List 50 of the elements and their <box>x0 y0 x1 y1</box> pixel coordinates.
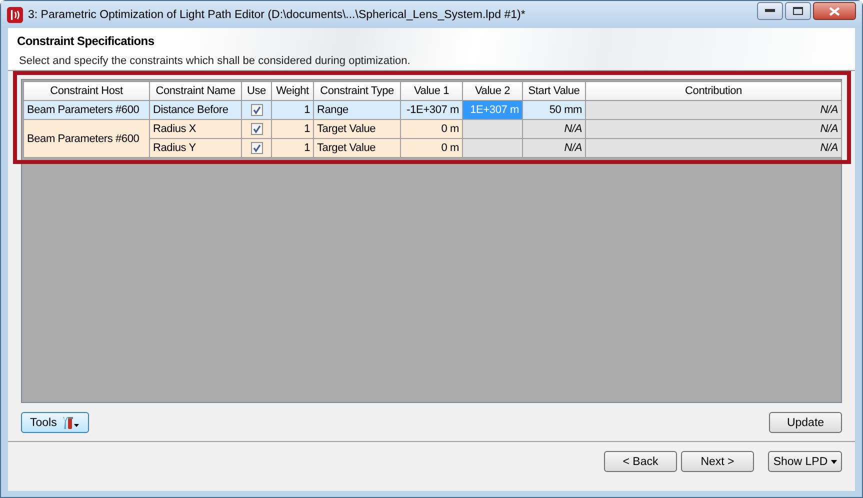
show-lpd-button[interactable]: Show LPD <box>768 451 842 472</box>
table-cell[interactable]: Radius Y <box>150 138 242 158</box>
table-cell[interactable]: N/A <box>522 138 586 158</box>
section-title: Constraint Specifications <box>17 34 156 48</box>
caret-icon <box>830 460 837 464</box>
window-title: 3: Parametric Optimization of Light Path Editor (D:\documents\...\Spherical_Lens_System.lpd #1)* <box>28 8 526 20</box>
update-button[interactable]: Update <box>769 412 842 433</box>
column-header[interactable]: Weight <box>272 82 314 100</box>
table-cell[interactable]: 1 <box>272 120 314 138</box>
tools-button[interactable]: Tools <box>21 412 89 433</box>
table-cell[interactable]: N/A <box>586 100 842 120</box>
table-cell[interactable]: Beam Parameters #600 <box>24 120 150 158</box>
table-cell[interactable]: N/A <box>522 120 586 138</box>
table-cell[interactable]: Radius X <box>150 120 242 138</box>
column-header[interactable]: Constraint Host <box>24 82 150 100</box>
maximize-icon <box>793 7 803 15</box>
table-cell[interactable]: N/A <box>586 120 842 138</box>
back-button[interactable]: < Back <box>604 451 677 472</box>
checkbox[interactable] <box>250 104 262 116</box>
column-header[interactable]: Constraint Type <box>314 82 400 100</box>
column-header[interactable]: Contribution <box>586 82 842 100</box>
minimize-icon <box>765 9 775 13</box>
table-cell[interactable]: 0 m <box>400 138 462 158</box>
table-cell[interactable] <box>462 120 522 138</box>
column-header[interactable]: Constraint Name <box>150 82 242 100</box>
maximize-button[interactable] <box>785 2 811 20</box>
table-cell[interactable]: N/A <box>586 138 842 158</box>
table-cell[interactable]: 50 mm <box>522 100 586 120</box>
checkbox[interactable] <box>250 142 262 154</box>
column-header[interactable]: Use <box>242 82 272 100</box>
table-cell[interactable]: 1 <box>272 138 314 158</box>
table-cell[interactable]: -1E+307 m <box>400 100 462 120</box>
column-header[interactable]: Start Value <box>522 82 586 100</box>
table-cell[interactable]: Range <box>314 100 400 120</box>
next-button[interactable]: Next > <box>681 451 754 472</box>
close-icon <box>829 6 840 16</box>
section-description: Select and specify the constraints which shall be considered during optimization. <box>18 55 412 67</box>
close-button[interactable] <box>813 2 856 20</box>
table-cell[interactable]: Distance Before <box>150 100 242 120</box>
checkbox[interactable] <box>250 123 262 136</box>
table-cell[interactable]: Target Value <box>314 120 400 138</box>
table-cell[interactable]: 0 m <box>400 120 462 138</box>
app-logo-icon <box>7 6 23 22</box>
minimize-button[interactable] <box>757 2 783 20</box>
table-cell[interactable] <box>462 138 522 158</box>
table-cell[interactable]: Target Value <box>314 138 400 158</box>
table-cell[interactable]: Beam Parameters #600 <box>24 100 150 120</box>
column-header[interactable]: Value 1 <box>400 82 462 100</box>
column-header[interactable]: Value 2 <box>462 82 522 100</box>
table-cell[interactable]: 1 <box>272 100 314 120</box>
